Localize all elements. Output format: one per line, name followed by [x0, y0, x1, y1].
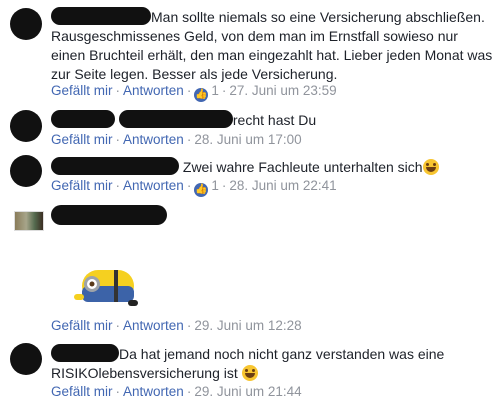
like-link[interactable]: Gefällt mir — [51, 318, 113, 333]
comment-actions: Gefällt mir · Antworten · 29. Juni um 21:44 — [51, 384, 302, 399]
redacted-author-name[interactable] — [118, 110, 233, 128]
reply-link[interactable]: Antworten — [123, 83, 184, 98]
reply-link[interactable]: Antworten — [123, 132, 184, 147]
like-count[interactable]: 1 — [211, 83, 219, 98]
avatar[interactable] — [10, 110, 42, 142]
timestamp[interactable]: 27. Juni um 23:59 — [229, 83, 336, 98]
avatar[interactable] — [10, 8, 42, 40]
thumbs-up-icon: 👍 — [194, 183, 209, 197]
comment-author — [51, 205, 494, 227]
timestamp[interactable]: 28. Juni um 22:41 — [229, 178, 336, 193]
like-count[interactable]: 1 — [211, 178, 219, 193]
comment-actions: Gefällt mir · Antworten · 👍 1 · 27. Juni um 23:… — [51, 83, 337, 102]
comment-text: Da hat jemand noch nicht ganz verstanden… — [51, 344, 445, 381]
minion-sticker[interactable] — [74, 264, 138, 308]
reply-link[interactable]: Antworten — [123, 384, 184, 399]
redacted-author-name[interactable] — [51, 110, 115, 128]
comment-actions: Gefällt mir · Antworten · 👍 1 · 28. Juni um 22:… — [51, 178, 337, 197]
timestamp[interactable]: 29. Juni um 12:28 — [194, 318, 301, 333]
comment-text: Man sollte niemals so eine Versicherung … — [51, 7, 493, 82]
avatar[interactable] — [10, 155, 42, 187]
redacted-author-name[interactable] — [51, 157, 179, 175]
redacted-author-name[interactable] — [51, 7, 151, 25]
reply-link[interactable]: Antworten — [123, 318, 184, 333]
timestamp[interactable]: 28. Juni um 17:00 — [194, 132, 301, 147]
like-link[interactable]: Gefällt mir — [51, 384, 113, 399]
like-link[interactable]: Gefällt mir — [51, 83, 113, 98]
redacted-author-name[interactable] — [51, 344, 119, 362]
avatar[interactable] — [10, 343, 42, 375]
redacted-author-name[interactable] — [51, 205, 167, 225]
avatar[interactable] — [14, 211, 44, 231]
grinning-face-icon — [241, 365, 258, 381]
thumbs-up-icon: 👍 — [194, 88, 209, 102]
comment-text: recht hast Du — [51, 110, 494, 130]
reply-link[interactable]: Antworten — [123, 178, 184, 193]
grinning-face-icon — [422, 159, 439, 175]
like-link[interactable]: Gefällt mir — [51, 132, 113, 147]
comment-actions: Gefällt mir · Antworten · 29. Juni um 12:28 — [51, 318, 302, 333]
timestamp[interactable]: 29. Juni um 21:44 — [194, 384, 301, 399]
like-link[interactable]: Gefällt mir — [51, 178, 113, 193]
comment-actions: Gefällt mir · Antworten · 28. Juni um 17:00 — [51, 132, 302, 147]
comment-text: Zwei wahre Fachleute unterhalten sich — [51, 157, 494, 177]
